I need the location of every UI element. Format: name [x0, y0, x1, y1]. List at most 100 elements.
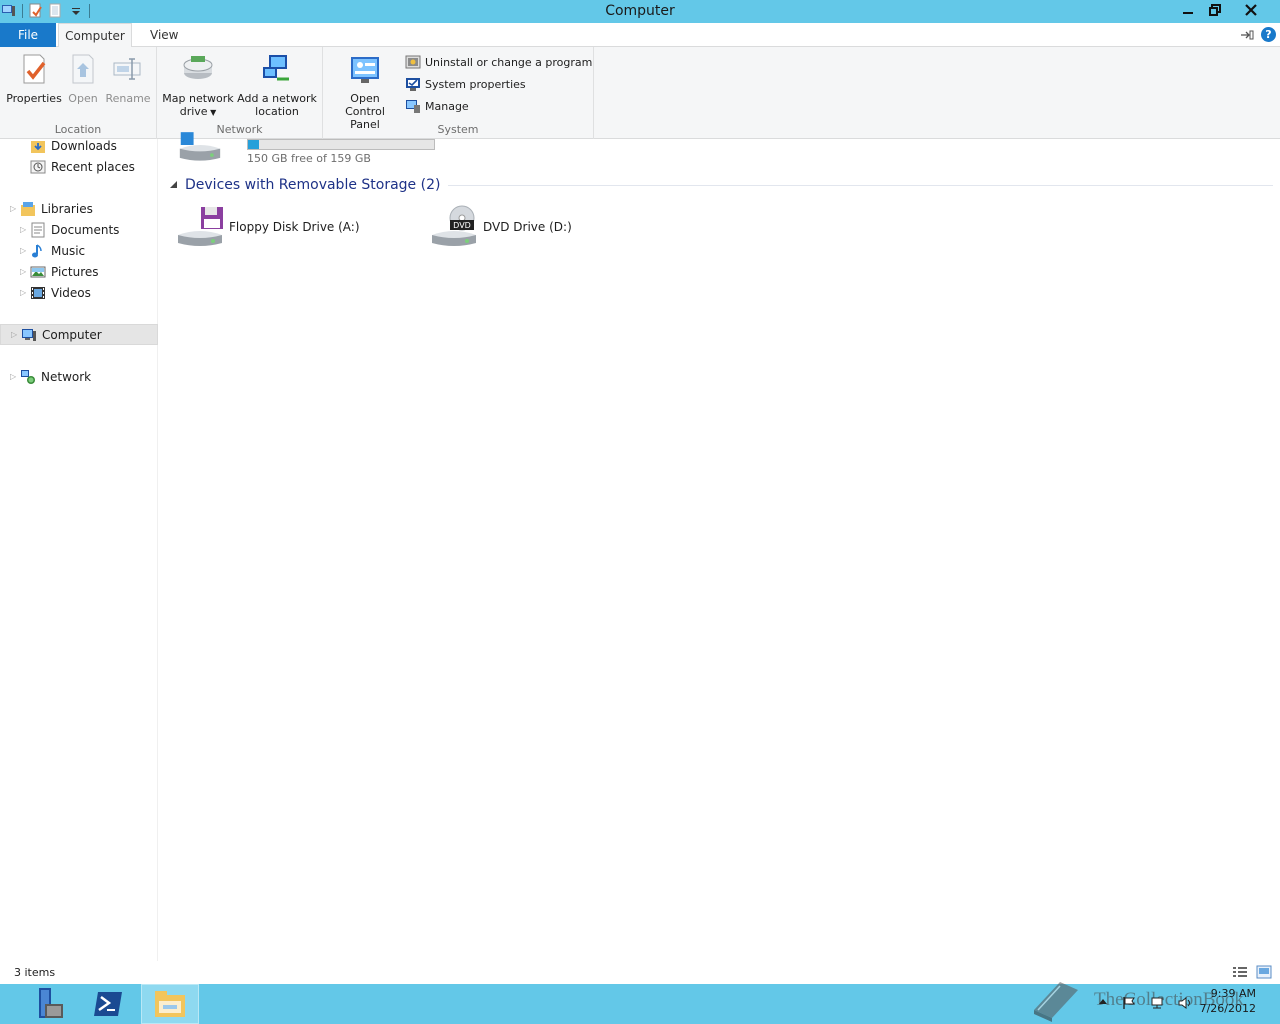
server-manager-icon [39, 988, 63, 1018]
rename-icon [113, 58, 141, 80]
properties-button[interactable]: Properties [6, 53, 62, 105]
rename-label: Rename [105, 92, 151, 105]
expand-arrow-icon[interactable]: ▷ [20, 267, 30, 276]
drive-label-floppy: Floppy Disk Drive (A:) [229, 220, 360, 234]
show-hidden-icons-icon[interactable] [1098, 996, 1108, 1008]
nav-item-computer[interactable]: ▷ Computer [0, 324, 158, 345]
taskbar-server-manager[interactable] [16, 984, 74, 1024]
pictures-icon [30, 266, 46, 277]
control-panel-icon [351, 57, 379, 83]
nav-item-pictures[interactable]: ▷ Pictures [0, 261, 158, 282]
clock-time: 9:39 AM [1210, 987, 1256, 1000]
clock-date: 7/26/2012 [1199, 1002, 1256, 1015]
nav-label-network: Network [41, 369, 92, 384]
expand-arrow-icon[interactable]: ▷ [20, 225, 30, 234]
drive-label-dvd: DVD Drive (D:) [483, 220, 572, 234]
add-network-location-button[interactable]: Add a network location [237, 53, 317, 118]
capacity-text: 150 GB free of 159 GB [247, 152, 371, 165]
window-controls [1174, 0, 1274, 20]
drive-item-dvd[interactable]: DVD DVD Drive (D:) [429, 203, 572, 251]
volume-icon[interactable] [1178, 996, 1192, 1010]
add-network-label-1: Add a network [237, 92, 317, 105]
nav-label-videos: Videos [51, 285, 91, 300]
book-logo-icon [1034, 982, 1078, 1022]
manage-icon [406, 100, 420, 113]
collapse-arrow-icon[interactable] [169, 180, 179, 190]
recent-places-icon [30, 160, 46, 173]
documents-icon [31, 222, 45, 237]
drive-item-local-disk[interactable]: 150 GB free of 159 GB [175, 123, 445, 167]
powershell-icon [94, 992, 122, 1016]
nav-label-music: Music [51, 243, 86, 258]
clock[interactable]: 9:39 AM 7/26/2012 [1200, 986, 1256, 1016]
close-icon [1245, 4, 1257, 16]
nav-item-music[interactable]: ▷ Music [0, 240, 158, 261]
uninstall-program-button[interactable]: Uninstall or change a program [405, 54, 592, 70]
nav-item-recent-places[interactable]: Recent places [0, 156, 158, 177]
videos-icon [31, 286, 45, 299]
map-network-drive-button[interactable]: Map network drive ▼ [162, 53, 234, 119]
nav-item-libraries[interactable]: ▷ Libraries [0, 198, 158, 219]
nav-label-documents: Documents [51, 222, 120, 237]
dvd-drive-icon: DVD [432, 205, 476, 246]
rename-button: Rename [104, 53, 152, 105]
network-location-icon [263, 55, 289, 81]
expand-arrow-icon[interactable]: ▷ [10, 372, 20, 381]
restore-button[interactable] [1201, 0, 1228, 20]
nav-item-network[interactable]: ▷ Network [0, 366, 158, 387]
expand-arrow-icon[interactable]: ▷ [20, 246, 30, 255]
group-header-removable-storage[interactable]: Devices with Removable Storage (2) [169, 177, 1273, 193]
restore-icon [1208, 4, 1221, 16]
music-icon [32, 243, 42, 257]
system-properties-button[interactable]: System properties [405, 76, 526, 92]
add-network-label-2: location [255, 105, 299, 118]
taskbar: TheCollectionBook 9:39 AM 7/26/2012 [0, 982, 1280, 1024]
close-button[interactable] [1228, 0, 1274, 20]
help-icon[interactable]: ? [1261, 27, 1276, 42]
properties-icon [23, 54, 46, 84]
notification-area [1098, 996, 1192, 1010]
manage-button[interactable]: Manage [405, 98, 469, 114]
nav-item-downloads[interactable]: Downloads [0, 135, 158, 156]
taskbar-powershell[interactable] [79, 984, 137, 1024]
network-tray-icon[interactable] [1150, 996, 1164, 1010]
downloads-folder-icon [31, 140, 45, 153]
tab-view[interactable]: View [138, 23, 190, 47]
tab-computer[interactable]: Computer [58, 23, 132, 48]
dvd-badge: DVD [453, 221, 471, 230]
file-explorer-icon [155, 991, 185, 1017]
expand-arrow-icon[interactable]: ▷ [10, 204, 20, 213]
minimize-icon [1182, 12, 1193, 14]
network-drive-icon [183, 56, 213, 79]
uninstall-icon [405, 55, 421, 69]
expand-ribbon-icon[interactable] [1239, 29, 1255, 41]
tab-file[interactable]: File [0, 23, 56, 47]
ribbon-group-location: Properties Open Rename Location [0, 47, 157, 139]
system-properties-icon [406, 78, 420, 91]
properties-label: Properties [6, 92, 62, 105]
hard-drive-icon [179, 132, 221, 161]
action-center-flag-icon[interactable] [1122, 996, 1136, 1010]
computer-icon [22, 328, 36, 341]
nav-item-videos[interactable]: ▷ Videos [0, 282, 158, 303]
uninstall-label: Uninstall or change a program [425, 55, 593, 69]
manage-label: Manage [425, 99, 469, 113]
map-network-label-2: drive [179, 105, 208, 118]
open-control-panel-button[interactable]: Open Control Panel [329, 53, 401, 131]
large-icons-view-icon[interactable] [1256, 965, 1272, 979]
expand-arrow-icon[interactable]: ▷ [20, 288, 30, 297]
map-network-label-1: Map network [162, 92, 234, 105]
capacity-bar-fill [248, 140, 259, 149]
control-panel-label-1: Open Control [345, 92, 385, 118]
nav-item-documents[interactable]: ▷ Documents [0, 219, 158, 240]
ribbon-tabs: File Computer View ? [0, 23, 1280, 48]
nav-label-libraries: Libraries [41, 201, 93, 216]
drive-item-floppy[interactable]: Floppy Disk Drive (A:) [175, 203, 360, 251]
taskbar-file-explorer[interactable] [141, 984, 199, 1024]
nav-label-downloads: Downloads [51, 138, 117, 153]
navigation-pane: Downloads Recent places ▷ Libraries ▷ Do… [0, 139, 158, 961]
minimize-button[interactable] [1174, 0, 1201, 20]
capacity-bar [247, 139, 435, 150]
expand-arrow-icon[interactable]: ▷ [11, 330, 21, 339]
nav-label-computer: Computer [42, 327, 102, 342]
